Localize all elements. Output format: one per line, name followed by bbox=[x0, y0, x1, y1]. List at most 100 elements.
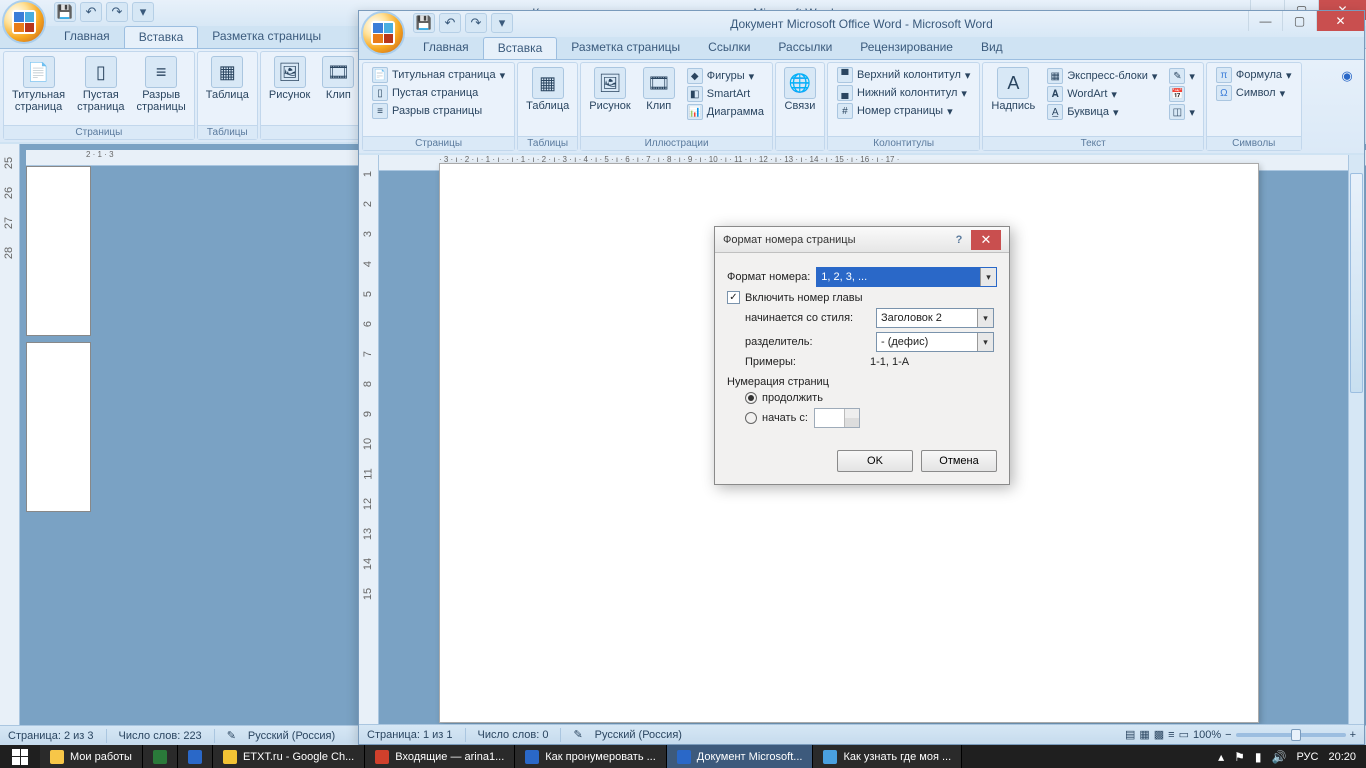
header-button[interactable]: ▀Верхний колонтитул▾ bbox=[833, 66, 974, 84]
chart-button[interactable]: 📊Диаграмма bbox=[683, 103, 768, 121]
equation-button[interactable]: πФормула▾ bbox=[1212, 66, 1296, 84]
redo-icon[interactable]: ↷ bbox=[106, 2, 128, 22]
office-button[interactable] bbox=[2, 0, 46, 44]
view-read-icon[interactable]: ▦ bbox=[1139, 728, 1149, 741]
taskbar-item[interactable]: ETXT.ru - Google Ch... bbox=[213, 745, 365, 768]
taskbar-item[interactable] bbox=[178, 745, 213, 768]
cancel-button[interactable]: Отмена bbox=[921, 450, 997, 472]
cover-page-button[interactable]: 📄Титульная страница bbox=[6, 54, 71, 123]
word-count[interactable]: Число слов: 223 bbox=[119, 730, 202, 742]
picture-button[interactable]: 🖼Рисунок bbox=[583, 65, 637, 134]
qat-customize-icon[interactable]: ▾ bbox=[491, 13, 513, 33]
links-button[interactable]: 🌐Связи bbox=[778, 65, 822, 134]
tab-layout[interactable]: Разметка страницы bbox=[557, 37, 694, 59]
tab-mailings[interactable]: Рассылки bbox=[764, 37, 846, 59]
chevron-down-icon[interactable]: ▾ bbox=[977, 309, 993, 327]
tray-language[interactable]: РУС bbox=[1296, 751, 1318, 763]
spell-check-icon[interactable]: ✎ bbox=[573, 728, 582, 741]
tray-clock[interactable]: 20:20 bbox=[1328, 751, 1356, 763]
cover-page-button[interactable]: 📄Титульная страница▾ bbox=[368, 66, 509, 84]
tab-view[interactable]: Вид bbox=[967, 37, 1017, 59]
spell-check-icon[interactable]: ✎ bbox=[227, 729, 236, 742]
continue-radio[interactable] bbox=[745, 392, 757, 404]
start-button[interactable] bbox=[0, 745, 40, 768]
page-break-button[interactable]: ≡Разрыв страницы bbox=[131, 54, 192, 123]
zoom-slider[interactable] bbox=[1236, 733, 1346, 737]
tab-insert[interactable]: Вставка bbox=[483, 37, 558, 59]
action-center-icon[interactable]: ⚑ bbox=[1234, 750, 1245, 764]
tab-references[interactable]: Ссылки bbox=[694, 37, 764, 59]
include-chapter-checkbox[interactable]: ✓ bbox=[727, 291, 740, 304]
zoom-level[interactable]: 100% bbox=[1193, 729, 1221, 741]
taskbar-item[interactable]: Документ Microsoft... bbox=[667, 745, 814, 768]
wordart-button[interactable]: 𝐀WordArt▾ bbox=[1043, 85, 1161, 103]
redo-icon[interactable]: ↷ bbox=[465, 13, 487, 33]
page-indicator[interactable]: Страница: 1 из 1 bbox=[367, 729, 453, 741]
network-icon[interactable]: ▮ bbox=[1255, 750, 1262, 764]
heading-style-combo[interactable]: Заголовок 2▾ bbox=[876, 308, 994, 328]
taskbar-item[interactable]: Входящие — arina1... bbox=[365, 745, 515, 768]
ok-button[interactable]: OK bbox=[837, 450, 913, 472]
clip-button[interactable]: 🎞Клип bbox=[316, 54, 360, 123]
close-button[interactable]: ✕ bbox=[1316, 11, 1364, 31]
taskbar-item[interactable]: Как узнать где моя ... bbox=[813, 745, 962, 768]
number-format-combo[interactable]: 1, 2, 3, ...▾ bbox=[816, 267, 997, 287]
table-button[interactable]: ▦Таблица bbox=[200, 54, 255, 123]
tab-insert-back[interactable]: Вставка bbox=[124, 26, 199, 48]
blank-page-button[interactable]: ▯Пустая страница bbox=[71, 54, 130, 123]
zoom-in-button[interactable]: + bbox=[1350, 729, 1356, 741]
chevron-down-icon[interactable]: ▾ bbox=[980, 268, 996, 286]
language-indicator[interactable]: Русский (Россия) bbox=[595, 729, 682, 741]
dropcap-button[interactable]: A̲Буквица▾ bbox=[1043, 103, 1161, 121]
taskbar-item[interactable] bbox=[143, 745, 178, 768]
vertical-scrollbar[interactable] bbox=[1348, 155, 1364, 724]
page-break-button[interactable]: ≡Разрыв страницы bbox=[368, 102, 486, 120]
view-print-icon[interactable]: ▤ bbox=[1125, 728, 1135, 741]
picture-button[interactable]: 🖼Рисунок bbox=[263, 54, 317, 123]
dialog-close-button[interactable]: ✕ bbox=[971, 230, 1001, 250]
page-thumbnail[interactable] bbox=[26, 166, 91, 336]
object-button[interactable]: ◫▾ bbox=[1165, 103, 1199, 121]
blank-page-button[interactable]: ▯Пустая страница bbox=[368, 84, 482, 102]
volume-icon[interactable]: 🔊 bbox=[1271, 750, 1286, 764]
word-count[interactable]: Число слов: 0 bbox=[478, 729, 549, 741]
scroll-thumb[interactable] bbox=[1350, 173, 1363, 393]
table-button[interactable]: ▦Таблица bbox=[520, 65, 575, 134]
minimize-button[interactable]: — bbox=[1248, 11, 1282, 31]
quickparts-button[interactable]: ▦Экспресс-блоки▾ bbox=[1043, 67, 1161, 85]
office-button[interactable] bbox=[361, 11, 405, 55]
help-button[interactable]: ? bbox=[947, 230, 971, 250]
chevron-down-icon[interactable]: ▾ bbox=[977, 333, 993, 351]
start-at-radio[interactable] bbox=[745, 412, 757, 424]
taskbar-item[interactable]: Как пронумеровать ... bbox=[515, 745, 667, 768]
start-at-spinner[interactable] bbox=[814, 408, 860, 428]
page-number-button[interactable]: #Номер страницы▾ bbox=[833, 102, 957, 120]
tab-home-back[interactable]: Главная bbox=[50, 26, 124, 48]
tab-home[interactable]: Главная bbox=[409, 37, 483, 59]
signature-line-button[interactable]: ✎▾ bbox=[1165, 67, 1199, 85]
smartart-button[interactable]: ◧SmartArt bbox=[683, 85, 768, 103]
undo-icon[interactable]: ↶ bbox=[439, 13, 461, 33]
view-draft-icon[interactable]: ▭ bbox=[1179, 728, 1189, 741]
taskbar-item[interactable]: Мои работы bbox=[40, 745, 143, 768]
date-time-button[interactable]: 📅 bbox=[1165, 85, 1199, 103]
language-indicator[interactable]: Русский (Россия) bbox=[248, 730, 335, 742]
tab-layout-back[interactable]: Разметка страницы bbox=[198, 26, 335, 48]
textbox-button[interactable]: AНадпись bbox=[985, 65, 1041, 134]
view-web-icon[interactable]: ▩ bbox=[1154, 728, 1164, 741]
shapes-button[interactable]: ◆Фигуры▾ bbox=[683, 67, 768, 85]
qat-customize-icon[interactable]: ▾ bbox=[132, 2, 154, 22]
page-thumbnail[interactable] bbox=[26, 342, 91, 512]
save-icon[interactable]: 💾 bbox=[54, 2, 76, 22]
clip-button[interactable]: 🎞Клип bbox=[637, 65, 681, 134]
tab-review[interactable]: Рецензирование bbox=[846, 37, 967, 59]
maximize-button[interactable]: ▢ bbox=[1282, 11, 1316, 31]
separator-combo[interactable]: - (дефис)▾ bbox=[876, 332, 994, 352]
symbol-button[interactable]: ΩСимвол▾ bbox=[1212, 84, 1289, 102]
tray-up-icon[interactable]: ▴ bbox=[1218, 750, 1224, 764]
undo-icon[interactable]: ↶ bbox=[80, 2, 102, 22]
dialog-titlebar[interactable]: Формат номера страницы ? ✕ bbox=[715, 227, 1009, 253]
page-indicator[interactable]: Страница: 2 из 3 bbox=[8, 730, 94, 742]
zoom-out-button[interactable]: − bbox=[1225, 729, 1231, 741]
view-outline-icon[interactable]: ≡ bbox=[1168, 729, 1174, 741]
